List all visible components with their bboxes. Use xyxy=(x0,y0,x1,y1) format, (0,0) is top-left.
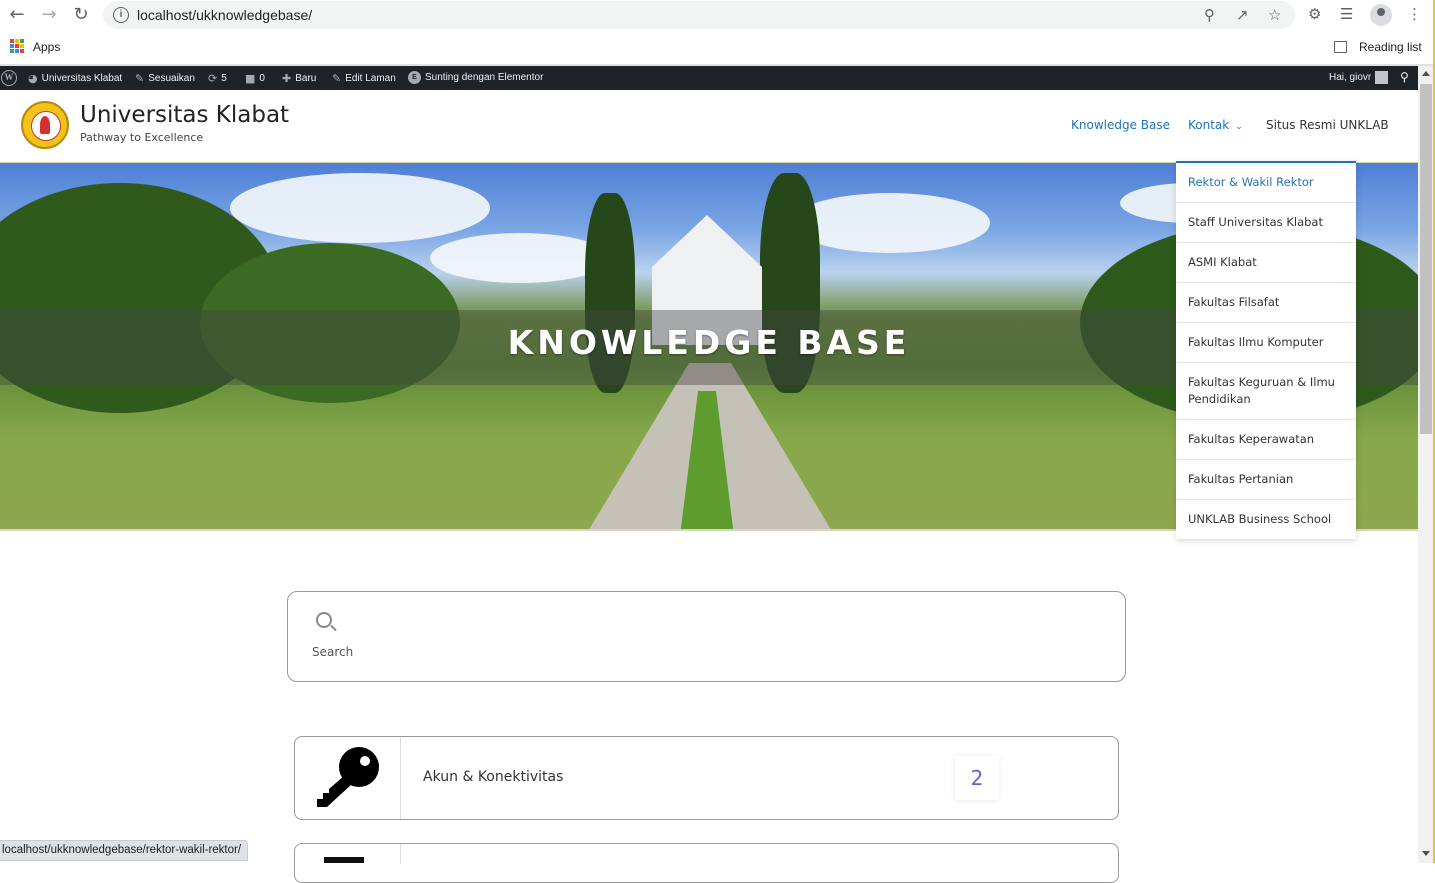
wp-admin-bar: W ◕ Universitas Klabat ✎ Sesuaikan ⟳ 5 ■… xyxy=(0,66,1418,90)
scroll-down-icon[interactable] xyxy=(1422,851,1430,856)
key-icon xyxy=(317,747,379,807)
dropdown-item-fkip[interactable]: Fakultas Keguruan & Ilmu Pendidikan xyxy=(1176,363,1356,420)
brush-icon: ✎ xyxy=(135,72,145,85)
reading-list-icon xyxy=(1334,41,1347,53)
nav-kontak-label: Kontak xyxy=(1188,118,1230,132)
site-info-icon[interactable]: i xyxy=(113,7,129,23)
browser-toolbar: ← → ↻ i localhost/ukknowledgebase/ ⚲ ↗ ☆… xyxy=(0,0,1435,30)
forward-arrow-icon[interactable]: → xyxy=(38,5,60,25)
site-header: Universitas Klabat Pathway to Excellence… xyxy=(0,90,1418,162)
search-input[interactable]: Search xyxy=(287,591,1126,682)
kontak-dropdown-menu: Rektor & Wakil Rektor Staff Universitas … xyxy=(1176,161,1356,539)
site-tagline: Pathway to Excellence xyxy=(80,131,204,144)
profile-avatar-icon[interactable] xyxy=(1370,4,1392,26)
updates-count: 5 xyxy=(221,73,227,84)
scroll-thumb[interactable] xyxy=(1420,84,1432,434)
url-text: localhost/ukknowledgebase/ xyxy=(137,7,313,23)
admin-elementor[interactable]: E Sunting dengan Elementor xyxy=(408,71,543,84)
dropdown-item-ilmu-komputer[interactable]: Fakultas Ilmu Komputer xyxy=(1176,323,1356,363)
dropdown-item-business-school[interactable]: UNKLAB Business School xyxy=(1176,500,1356,539)
media-control-icon[interactable]: ☰ xyxy=(1340,5,1353,23)
pencil-icon: ✎ xyxy=(332,72,342,85)
admin-new-label: Baru xyxy=(295,73,317,84)
elementor-icon: E xyxy=(408,71,421,84)
chevron-down-icon: ⌄ xyxy=(1235,122,1243,132)
bookmarks-bar: Apps Reading list xyxy=(0,36,1435,58)
category-title[interactable]: Akun & Konektivitas xyxy=(423,769,563,785)
dropdown-item-asmi[interactable]: ASMI Klabat xyxy=(1176,243,1356,283)
menu-kebab-icon[interactable]: ⋮ xyxy=(1407,5,1422,23)
admin-greeting: Hai, giovr xyxy=(1329,72,1372,83)
hero-cloud xyxy=(790,193,990,253)
admin-customize[interactable]: ✎ Sesuaikan xyxy=(135,72,195,85)
scroll-up-icon[interactable] xyxy=(1422,71,1430,76)
category-icon xyxy=(324,857,364,863)
search-icon xyxy=(316,612,332,628)
admin-site-name[interactable]: ◕ Universitas Klabat xyxy=(28,72,122,85)
dropdown-item-pertanian[interactable]: Fakultas Pertanian xyxy=(1176,460,1356,500)
reading-list-button[interactable]: Reading list xyxy=(1334,40,1422,54)
site-title[interactable]: Universitas Klabat xyxy=(80,102,289,128)
nav-situs-resmi[interactable]: Situs Resmi UNKLAB xyxy=(1266,118,1389,132)
apps-grid-icon[interactable] xyxy=(10,39,24,53)
bookmark-star-icon[interactable]: ☆ xyxy=(1268,6,1281,24)
dropdown-item-filsafat[interactable]: Fakultas Filsafat xyxy=(1176,283,1356,323)
search-icon: ⚲ xyxy=(1400,70,1409,84)
status-bar-url: localhost/ukknowledgebase/rektor-wakil-r… xyxy=(0,840,249,861)
admin-new[interactable]: ✚ Baru xyxy=(282,72,316,85)
plus-icon: ✚ xyxy=(282,72,292,85)
dashboard-icon: ◕ xyxy=(28,72,38,85)
extensions-icon[interactable]: ⚙ xyxy=(1308,5,1321,23)
dropdown-item-keperawatan[interactable]: Fakultas Keperawatan xyxy=(1176,420,1356,460)
hero-cloud xyxy=(430,233,610,283)
card-divider xyxy=(400,844,401,864)
admin-comments[interactable]: ■ 0 xyxy=(245,72,265,85)
hero-cloud xyxy=(230,173,490,243)
admin-search-icon[interactable]: ⚲ xyxy=(1400,70,1409,84)
zoom-icon[interactable]: ⚲ xyxy=(1204,6,1215,24)
nav-kontak[interactable]: Kontak ⌄ xyxy=(1188,118,1243,132)
admin-customize-label: Sesuaikan xyxy=(148,73,195,84)
nav-knowledge-base[interactable]: Knowledge Base xyxy=(1071,118,1170,132)
category-card[interactable] xyxy=(294,843,1119,883)
search-label: Search xyxy=(312,645,354,659)
category-card[interactable]: Akun & Konektivitas 2 xyxy=(294,736,1119,820)
admin-account[interactable]: Hai, giovr xyxy=(1329,71,1389,84)
university-logo[interactable] xyxy=(21,101,69,149)
admin-edit-page[interactable]: ✎ Edit Laman xyxy=(332,72,396,85)
dropdown-item-rektor[interactable]: Rektor & Wakil Rektor xyxy=(1176,163,1356,203)
comment-icon: ■ xyxy=(245,72,256,85)
admin-elementor-label: Sunting dengan Elementor xyxy=(425,72,544,83)
share-icon[interactable]: ↗ xyxy=(1236,6,1249,24)
apps-bookmark[interactable]: Apps xyxy=(33,40,60,54)
wordpress-logo-icon[interactable]: W xyxy=(1,70,17,86)
reload-icon[interactable]: ↻ xyxy=(70,5,92,25)
category-count-badge: 2 xyxy=(955,756,999,800)
address-bar[interactable]: i localhost/ukknowledgebase/ ⚲ ↗ ☆ xyxy=(103,1,1295,29)
card-divider xyxy=(400,737,401,819)
admin-updates[interactable]: ⟳ 5 xyxy=(208,72,227,85)
reading-list-label: Reading list xyxy=(1359,40,1422,54)
updates-icon: ⟳ xyxy=(208,72,218,85)
dropdown-item-staff[interactable]: Staff Universitas Klabat xyxy=(1176,203,1356,243)
back-arrow-icon[interactable]: ← xyxy=(6,5,28,25)
admin-site-name-label: Universitas Klabat xyxy=(41,73,123,84)
comments-count: 0 xyxy=(259,73,265,84)
user-avatar xyxy=(1375,71,1389,84)
admin-edit-page-label: Edit Laman xyxy=(345,73,396,84)
